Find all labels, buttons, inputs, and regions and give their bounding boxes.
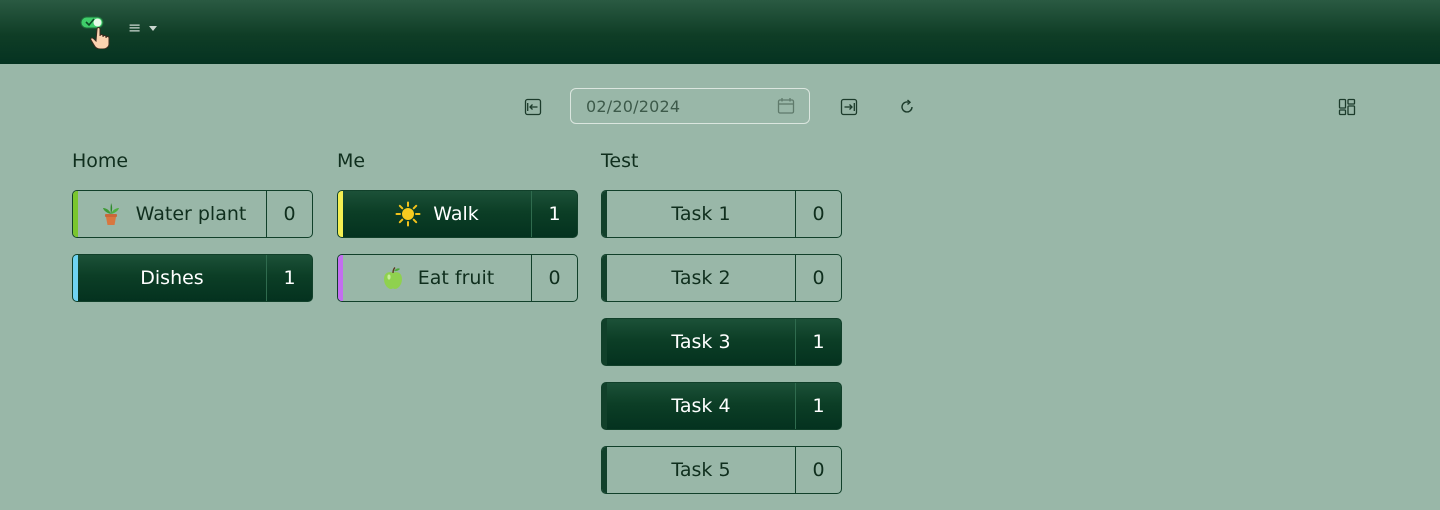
next-day-button[interactable] [839, 97, 859, 117]
chore-name: Task 1 [607, 191, 796, 237]
chore-eat-fruit[interactable]: Eat fruit 0 [337, 254, 578, 302]
chore-count: 0 [548, 267, 561, 289]
chore-count: 0 [812, 203, 825, 225]
chore-label: Task 3 [671, 331, 731, 353]
chore-name: Dishes [78, 255, 267, 301]
chore-water-plant[interactable]: Water plant 0 [72, 190, 313, 238]
layout-toggle-button[interactable] [1337, 97, 1357, 117]
layout-grid-icon [1338, 98, 1356, 116]
chore-name: Task 4 [607, 383, 796, 429]
chore-label: Task 1 [671, 203, 731, 225]
potted-plant-icon [98, 201, 124, 227]
green-apple-icon [380, 265, 406, 291]
chore-count: 1 [812, 331, 825, 353]
chore-name: Walk [343, 191, 532, 237]
chore-task-1[interactable]: Task 1 0 [601, 190, 842, 238]
chore-task-2[interactable]: Task 2 0 [601, 254, 842, 302]
chore-task-4[interactable]: Task 4 1 [601, 382, 842, 430]
chore-label: Dishes [140, 267, 204, 289]
chore-name: Task 2 [607, 255, 796, 301]
chore-label: Task 2 [671, 267, 731, 289]
chore-dishes[interactable]: Dishes 1 [72, 254, 313, 302]
date-value: 02/20/2024 [586, 96, 681, 116]
arrow-right-bar-icon [840, 98, 858, 116]
arrow-left-bar-icon [524, 98, 542, 116]
column-title-test: Test [601, 150, 639, 172]
chore-count: 0 [283, 203, 296, 225]
sun-icon [395, 201, 421, 227]
refresh-button[interactable] [897, 97, 917, 117]
chore-count: 1 [283, 267, 296, 289]
chore-name: Task 3 [607, 319, 796, 365]
previous-day-button[interactable] [523, 97, 543, 117]
chore-label: Task 4 [671, 395, 731, 417]
calendar-icon[interactable] [777, 97, 795, 115]
chore-label: Water plant [135, 203, 247, 225]
chore-task-3[interactable]: Task 3 1 [601, 318, 842, 366]
main-menu-dropdown[interactable]: ≡ [128, 16, 158, 40]
chevron-down-icon [149, 26, 158, 31]
chore-name: Water plant [78, 191, 267, 237]
top-navbar: ≡ [0, 0, 1440, 64]
chore-label: Eat fruit [417, 267, 495, 289]
hamburger-icon: ≡ [128, 18, 142, 37]
chore-walk[interactable]: Walk 1 [337, 190, 578, 238]
chore-name: Eat fruit [343, 255, 532, 301]
chore-task-5[interactable]: Task 5 0 [601, 446, 842, 494]
date-input[interactable]: 02/20/2024 [570, 88, 810, 124]
chore-count: 0 [812, 459, 825, 481]
refresh-icon [901, 99, 913, 113]
chore-label: Task 5 [671, 459, 731, 481]
chore-count: 1 [548, 203, 561, 225]
chore-count: 0 [812, 267, 825, 289]
column-title-home: Home [72, 150, 129, 172]
chore-count: 1 [812, 395, 825, 417]
chore-label: Walk [433, 203, 479, 225]
toggle-hand-icon[interactable] [80, 15, 114, 50]
column-title-me: Me [337, 150, 366, 172]
chore-name: Task 5 [607, 447, 796, 493]
